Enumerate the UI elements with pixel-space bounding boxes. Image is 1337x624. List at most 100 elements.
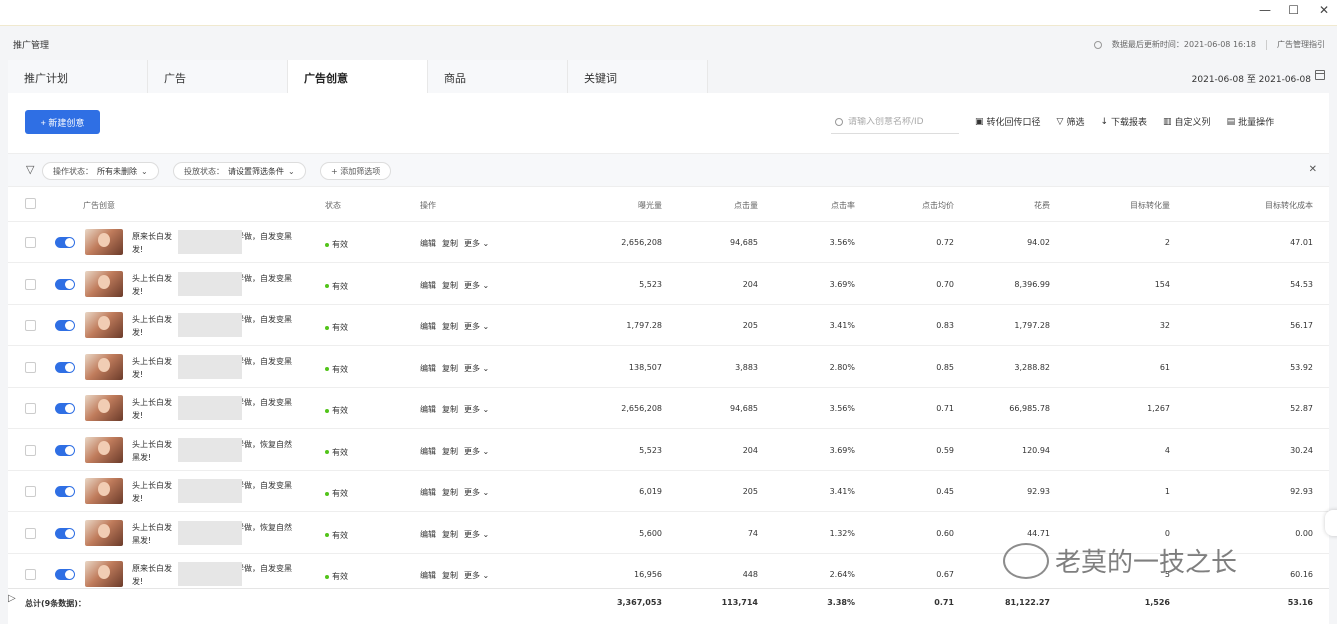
copy-link[interactable]: 复制 [442, 487, 458, 498]
more-dropdown[interactable]: 更多 ⌄ [464, 321, 489, 332]
row-checkbox[interactable] [25, 444, 36, 456]
guide-link[interactable]: 广告管理指引 [1277, 39, 1325, 50]
col-ops: 操作 [420, 201, 436, 210]
filter-button[interactable]: ▽ 筛选 [1057, 115, 1085, 129]
new-creative-button[interactable]: + 新建创意 [25, 110, 100, 134]
row-toggle[interactable] [55, 444, 75, 456]
col-clicks[interactable]: 点击量 [734, 200, 758, 211]
blurred-area [178, 437, 242, 462]
tab-keywords[interactable]: 关键词 [568, 60, 708, 93]
edit-link[interactable]: 编辑 [420, 487, 436, 498]
row-checkbox[interactable] [25, 320, 36, 331]
col-cpa[interactable]: 目标转化成本 [1265, 200, 1313, 211]
row-checkbox[interactable] [25, 569, 36, 580]
copy-link[interactable]: 复制 [442, 238, 458, 249]
maximize-icon[interactable]: ☐ [1288, 3, 1299, 17]
status-dot [325, 367, 329, 371]
edit-link[interactable]: 编辑 [420, 570, 436, 581]
col-cost[interactable]: 花费 [1034, 200, 1050, 211]
edit-link[interactable]: 编辑 [420, 529, 436, 540]
tab-ads[interactable]: 广告 [148, 60, 288, 93]
row-toggle[interactable] [55, 569, 75, 580]
expand-icon[interactable]: ▷ [8, 593, 16, 604]
copy-link[interactable]: 复制 [442, 321, 458, 332]
col-conversions[interactable]: 目标转化量 [1130, 200, 1170, 211]
more-dropdown[interactable]: 更多 ⌄ [464, 404, 489, 415]
funnel-icon: ▽ [26, 163, 35, 176]
side-float-button[interactable] [1325, 510, 1337, 536]
edit-link[interactable]: 编辑 [420, 321, 436, 332]
more-dropdown[interactable]: 更多 ⌄ [464, 570, 489, 581]
tab-creatives[interactable]: 广告创意 [288, 60, 428, 93]
copy-link[interactable]: 复制 [442, 280, 458, 291]
col-status: 状态 [325, 201, 341, 210]
cell-conversions: 0 [1164, 528, 1170, 538]
row-toggle[interactable] [55, 403, 75, 414]
cell-cpa: 56.17 [1290, 321, 1313, 330]
status-badge: 有效 [325, 281, 348, 292]
row-toggle[interactable] [55, 527, 75, 539]
edit-link[interactable]: 编辑 [420, 280, 436, 291]
total-clicks: 113,714 [721, 598, 758, 607]
update-time: 数据最后更新时间：2021-06-08 16:18 [1111, 40, 1256, 49]
close-icon[interactable]: ✕ [1309, 164, 1317, 175]
download-button[interactable]: ↓ 下载报表 [1100, 115, 1147, 129]
row-toggle[interactable] [55, 320, 75, 331]
edit-link[interactable]: 编辑 [420, 446, 436, 457]
copy-link[interactable]: 复制 [442, 446, 458, 457]
custom-columns-button[interactable]: ▥ 自定义列 [1163, 115, 1211, 129]
batch-button[interactable]: ▤ 批量操作 [1227, 115, 1275, 129]
row-checkbox[interactable] [25, 486, 36, 497]
more-dropdown[interactable]: 更多 ⌄ [464, 529, 489, 540]
row-checkbox[interactable] [25, 527, 36, 539]
cell-cost: 3,288.82 [1014, 362, 1050, 372]
table-row: 原来长白发 这样做，自发变黑 发! 有效 编辑 复制 更多 ⌄ 2,656,208 94,685… [8, 222, 1329, 263]
row-checkbox[interactable] [25, 278, 36, 290]
search-box[interactable] [831, 110, 959, 134]
more-dropdown[interactable]: 更多 ⌄ [464, 238, 489, 249]
row-checkbox[interactable] [25, 403, 36, 414]
tab-plans[interactable]: 推广计划 [8, 60, 148, 93]
cell-cpc: 0.67 [936, 570, 954, 579]
delivery-status-chip[interactable]: 投放状态： 请设置筛选条件 ⌄ [173, 162, 306, 180]
edit-link[interactable]: 编辑 [420, 238, 436, 249]
close-icon[interactable]: ✕ [1319, 3, 1329, 17]
row-checkbox[interactable] [25, 361, 36, 373]
date-range[interactable]: 2021-06-08 至 2021-06-08 [1192, 72, 1311, 85]
minimize-icon[interactable]: — [1259, 3, 1271, 17]
blurred-area [178, 562, 242, 586]
copy-link[interactable]: 复制 [442, 363, 458, 374]
search-input[interactable] [848, 116, 948, 127]
cell-conversions: 154 [1154, 279, 1170, 289]
conversion-button[interactable]: ▣ 转化回传口径 [975, 115, 1041, 129]
op-status-chip[interactable]: 操作状态： 所有未删除 ⌄ [42, 162, 159, 180]
tab-products[interactable]: 商品 [428, 60, 568, 93]
col-ctr[interactable]: 点击率 [831, 200, 855, 211]
calendar-icon[interactable] [1315, 70, 1325, 80]
row-toggle[interactable] [55, 486, 75, 497]
edit-link[interactable]: 编辑 [420, 363, 436, 374]
copy-link[interactable]: 复制 [442, 404, 458, 415]
table-row: 头上长白发 这样做，自发变黑 发! 有效 编辑 复制 更多 ⌄ 138,507 3,883 2.8… [8, 346, 1329, 388]
cell-ctr: 3.41% [829, 487, 855, 496]
more-dropdown[interactable]: 更多 ⌄ [464, 280, 489, 291]
col-impressions[interactable]: 曝光量 [638, 200, 662, 211]
col-cpc[interactable]: 点击均价 [922, 200, 954, 211]
copy-link[interactable]: 复制 [442, 570, 458, 581]
add-filter-chip[interactable]: + 添加筛选项 [320, 162, 392, 180]
more-dropdown[interactable]: 更多 ⌄ [464, 363, 489, 374]
cell-ctr: 3.69% [829, 445, 855, 455]
row-checkbox[interactable] [25, 237, 36, 248]
cell-impressions: 2,656,208 [621, 238, 662, 247]
toolbar: ▣ 转化回传口径 ▽ 筛选 ↓ 下载报表 ▥ 自定义列 ▤ 批量操作 [975, 115, 1275, 129]
row-toggle[interactable] [55, 361, 75, 373]
cell-cost: 1,797.28 [1014, 321, 1050, 330]
row-toggle[interactable] [55, 278, 75, 290]
select-all-checkbox[interactable] [25, 198, 36, 209]
more-dropdown[interactable]: 更多 ⌄ [464, 487, 489, 498]
status-badge: 有效 [325, 488, 348, 499]
more-dropdown[interactable]: 更多 ⌄ [464, 446, 489, 457]
edit-link[interactable]: 编辑 [420, 404, 436, 415]
row-toggle[interactable] [55, 237, 75, 248]
copy-link[interactable]: 复制 [442, 529, 458, 540]
